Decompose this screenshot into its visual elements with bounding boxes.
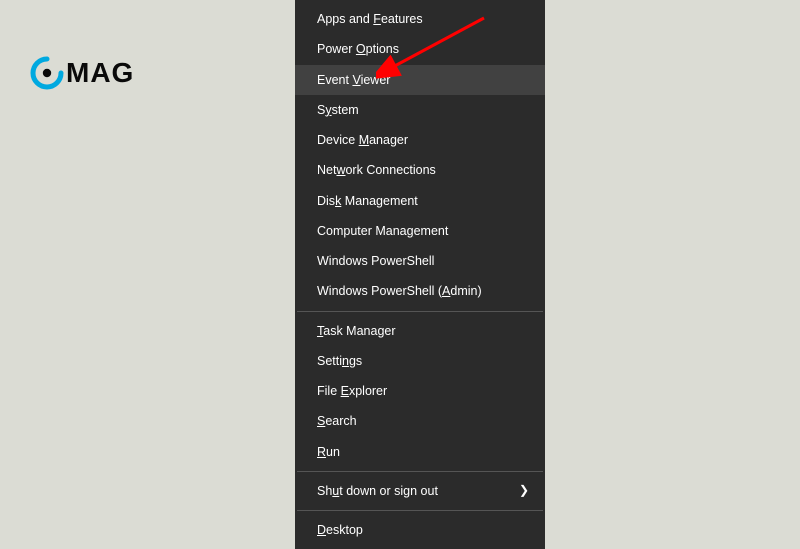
menu-item[interactable]: Windows PowerShell (Admin) [295, 276, 545, 306]
menu-item-label: Computer Management [317, 223, 448, 239]
menu-item[interactable]: Run [295, 437, 545, 467]
menu-item[interactable]: Event Viewer [295, 65, 545, 95]
menu-item-label: Run [317, 444, 340, 460]
menu-item-label: Windows PowerShell (Admin) [317, 283, 482, 299]
menu-item[interactable]: Disk Management [295, 186, 545, 216]
menu-item-label: Disk Management [317, 193, 418, 209]
menu-item[interactable]: Desktop [295, 515, 545, 545]
menu-item-label: Network Connections [317, 162, 436, 178]
menu-item[interactable]: Task Manager [295, 316, 545, 346]
menu-separator [297, 471, 543, 472]
menu-item[interactable]: Computer Management [295, 216, 545, 246]
menu-item[interactable]: Settings [295, 346, 545, 376]
menu-item[interactable]: Search [295, 406, 545, 436]
menu-separator [297, 510, 543, 511]
menu-item-label: Shut down or sign out [317, 483, 438, 499]
menu-item-label: Event Viewer [317, 72, 390, 88]
chevron-right-icon: ❯ [519, 483, 529, 499]
menu-item-label: Device Manager [317, 132, 408, 148]
winx-context-menu[interactable]: Apps and Features Power Options Event View… [295, 0, 545, 549]
menu-item[interactable]: Power Options [295, 34, 545, 64]
menu-item[interactable]: Apps and Features [295, 4, 545, 34]
menu-item[interactable]: Windows PowerShell [295, 246, 545, 276]
menu-item[interactable]: Shut down or sign out ❯ [295, 476, 545, 506]
menu-separator [297, 311, 543, 312]
logo-icon [30, 56, 64, 90]
menu-item-label: Settings [317, 353, 362, 369]
menu-item-label: Apps and Features [317, 11, 423, 27]
menu-item[interactable]: Network Connections [295, 155, 545, 185]
brand-logo: MAG [30, 56, 134, 90]
menu-item[interactable]: System [295, 95, 545, 125]
menu-item[interactable]: Device Manager [295, 125, 545, 155]
logo-text: MAG [66, 57, 134, 89]
menu-item-label: Task Manager [317, 323, 396, 339]
menu-item-label: Search [317, 413, 357, 429]
menu-item-label: Power Options [317, 41, 399, 57]
menu-item-label: System [317, 102, 359, 118]
menu-item-label: File Explorer [317, 383, 387, 399]
menu-item-label: Windows PowerShell [317, 253, 434, 269]
menu-item[interactable]: File Explorer [295, 376, 545, 406]
menu-item-label: Desktop [317, 522, 363, 538]
